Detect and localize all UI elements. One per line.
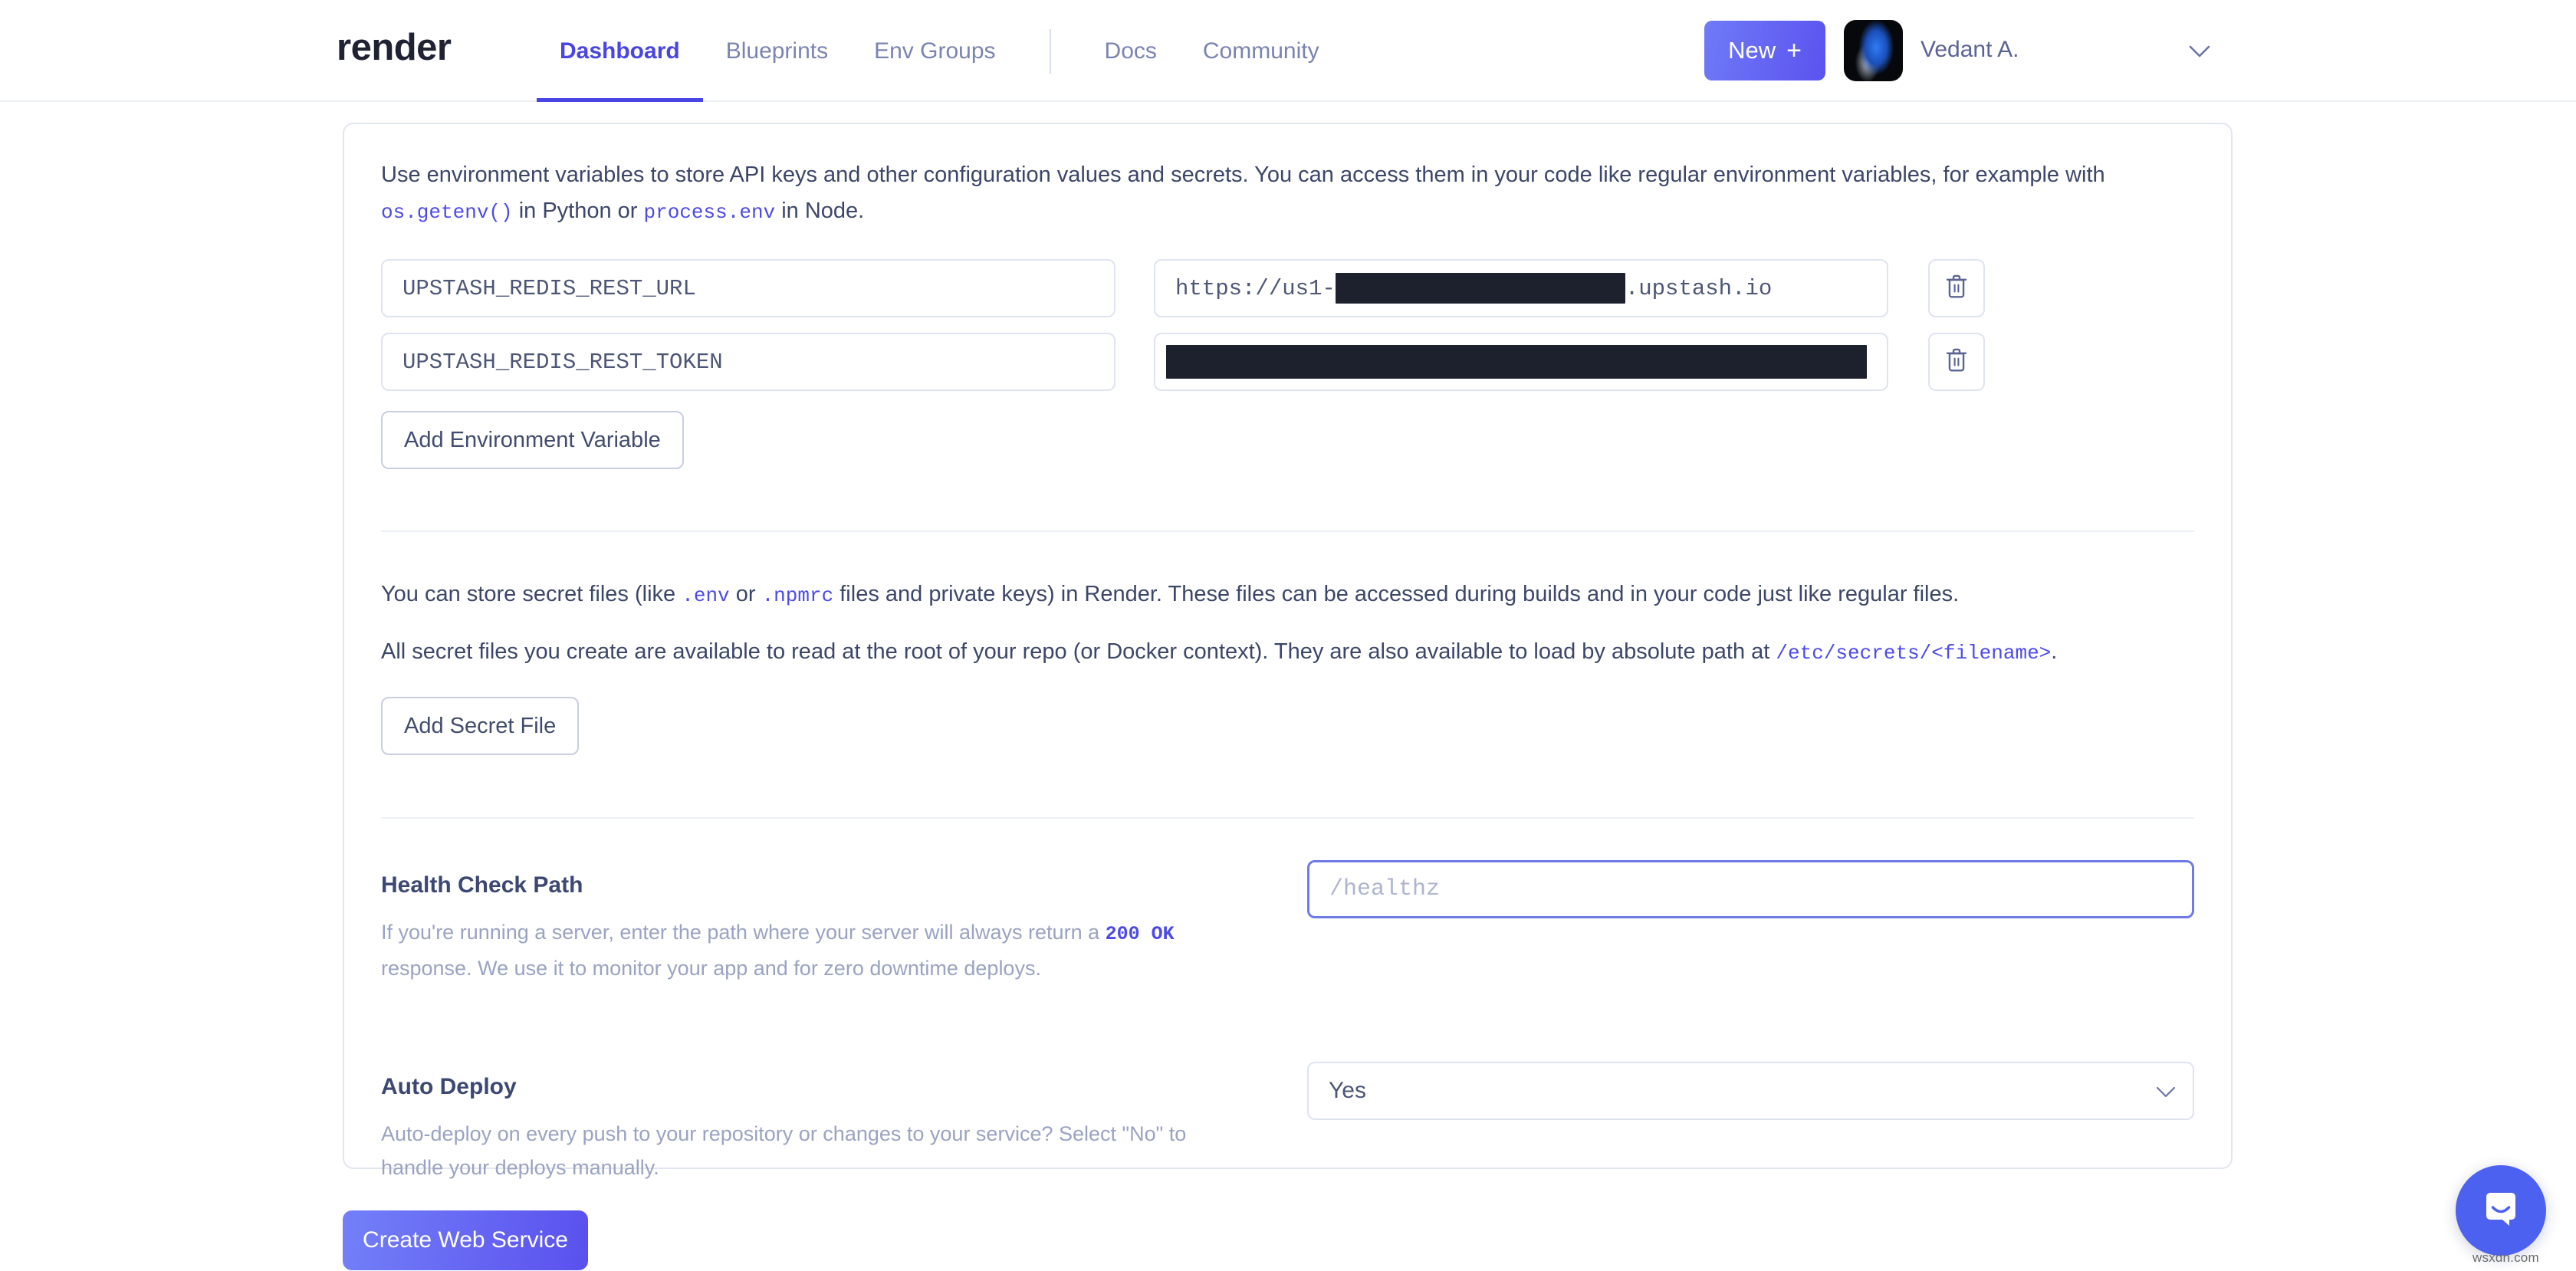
- main-nav: Dashboard Blueprints Env Groups Docs Com…: [537, 0, 1342, 102]
- health-check-path-control: [1307, 860, 2194, 918]
- trash-icon: [1944, 272, 1970, 305]
- code-dot-env: .env: [682, 584, 730, 607]
- card-content: Use environment variables to store API k…: [381, 157, 2194, 1184]
- create-web-service-button[interactable]: Create Web Service: [343, 1210, 588, 1270]
- code-os-getenv: os.getenv(): [381, 201, 513, 224]
- redaction-bar-token: [1166, 345, 1867, 379]
- code-process-env: process.env: [643, 201, 776, 224]
- env-intro-text-2: in Python or: [512, 199, 644, 223]
- nav-separator: [1049, 28, 1051, 74]
- health-check-path-field: Health Check Path If you're running a se…: [381, 860, 2194, 985]
- env-value-input-1[interactable]: [1154, 333, 1888, 391]
- health-help-a: If you're running a server, enter the pa…: [381, 921, 1106, 944]
- env-value-suffix-0: .upstash.io: [1625, 275, 1773, 301]
- secret-text-2a: All secret files you create are availabl…: [381, 639, 1776, 664]
- code-200-ok: 200 OK: [1105, 923, 1175, 945]
- secret-files-description-1: You can store secret files (like .env or…: [381, 576, 2137, 614]
- env-key-input-0[interactable]: UPSTASH_REDIS_REST_URL: [381, 259, 1116, 317]
- watermark-text: wsxdn.com: [2472, 1250, 2539, 1265]
- delete-env-variable-button-0[interactable]: [1928, 259, 1985, 317]
- auto-deploy-control: Yes: [1307, 1062, 2194, 1120]
- auto-deploy-help: Auto-deploy on every push to your reposi…: [381, 1122, 1187, 1179]
- auto-deploy-select-wrapper: Yes: [1307, 1062, 2194, 1120]
- secret-text-2b: .: [2051, 639, 2058, 664]
- secret-files-description-2: All secret files you create are availabl…: [381, 634, 2137, 672]
- plus-icon: +: [1786, 36, 1802, 65]
- render-logo[interactable]: render: [337, 29, 452, 67]
- auto-deploy-field: Auto Deploy Auto-deploy on every push to…: [381, 1062, 2194, 1184]
- top-navigation-bar: render Dashboard Blueprints Env Groups D…: [0, 0, 2576, 102]
- settings-card: Use environment variables to store API k…: [343, 123, 2233, 1179]
- add-environment-variable-button[interactable]: Add Environment Variable: [381, 411, 684, 469]
- nav-item-env-groups[interactable]: Env Groups: [851, 0, 1018, 102]
- env-value-prefix-0: https://us1-: [1175, 275, 1336, 301]
- nav-item-community[interactable]: Community: [1180, 0, 1342, 102]
- page-root: render Dashboard Blueprints Env Groups D…: [0, 0, 2576, 1271]
- user-name-label[interactable]: Vedant A.: [1921, 37, 2019, 63]
- chat-launcher-button[interactable]: [2456, 1165, 2546, 1256]
- secret-text-1c: files and private keys) in Render. These…: [833, 582, 1960, 606]
- health-help-b: response. We use it to monitor your app …: [381, 957, 1041, 980]
- env-intro-text-3: in Node.: [775, 199, 865, 223]
- health-check-path-help: If you're running a server, enter the pa…: [381, 915, 1247, 985]
- env-variable-list: UPSTASH_REDIS_REST_URL https://us1- .upst…: [381, 259, 2194, 391]
- chevron-down-icon[interactable]: [2189, 40, 2210, 64]
- code-dot-npmrc: .npmrc: [761, 584, 834, 607]
- chat-bubble-icon: [2479, 1187, 2523, 1235]
- nav-item-dashboard[interactable]: Dashboard: [537, 0, 703, 102]
- env-variable-row: UPSTASH_REDIS_REST_URL https://us1- .upst…: [381, 259, 2194, 317]
- health-check-path-input[interactable]: [1307, 860, 2194, 918]
- new-resource-button[interactable]: New +: [1704, 21, 1825, 80]
- add-env-variable-row: Add Environment Variable: [381, 411, 2194, 469]
- add-secret-file-button[interactable]: Add Secret File: [381, 697, 580, 755]
- add-secret-file-row: Add Secret File: [381, 697, 2194, 755]
- env-intro-text-1: Use environment variables to store API k…: [381, 163, 2105, 187]
- auto-deploy-select[interactable]: Yes: [1307, 1062, 2194, 1120]
- new-button-label: New: [1728, 37, 1776, 64]
- secret-text-1b: or: [729, 582, 762, 606]
- delete-env-variable-button-1[interactable]: [1928, 333, 1985, 391]
- secret-text-1a: You can store secret files (like: [381, 582, 682, 606]
- nav-item-blueprints[interactable]: Blueprints: [703, 0, 851, 102]
- env-value-input-0[interactable]: https://us1- .upstash.io: [1154, 259, 1888, 317]
- env-variables-description: Use environment variables to store API k…: [381, 157, 2137, 231]
- trash-icon: [1944, 346, 1970, 379]
- env-key-input-1[interactable]: UPSTASH_REDIS_REST_TOKEN: [381, 333, 1116, 391]
- env-variable-row: UPSTASH_REDIS_REST_TOKEN: [381, 333, 2194, 391]
- redaction-bar-url: [1335, 273, 1625, 304]
- avatar[interactable]: [1844, 20, 1903, 81]
- nav-item-docs[interactable]: Docs: [1082, 0, 1180, 102]
- code-etc-secrets-path: /etc/secrets/<filename>: [1776, 642, 2052, 665]
